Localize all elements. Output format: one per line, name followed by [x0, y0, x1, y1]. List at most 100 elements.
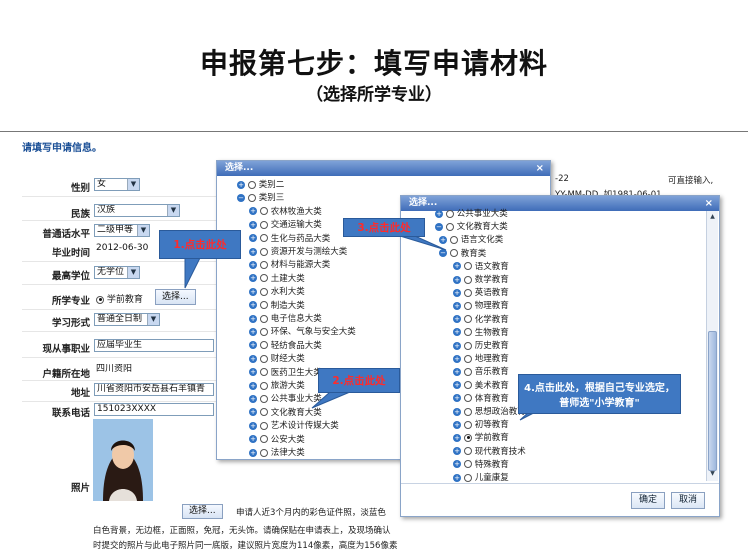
tree-item[interactable]: + 地理教育 [453, 353, 509, 365]
tree-item[interactable]: + 物理教育 [453, 300, 509, 312]
expand-icon[interactable]: + [453, 447, 461, 456]
tree-item[interactable]: + 文化教育大类 [249, 407, 322, 419]
tree-item[interactable]: + 水利大类 [249, 286, 305, 298]
grad-time-input[interactable]: 2012-06-30 [94, 243, 154, 256]
expand-icon[interactable]: + [249, 381, 257, 390]
major-radio-group[interactable]: 学前教育 [96, 292, 143, 305]
tree-item[interactable]: + 音乐教育 [453, 366, 509, 378]
collapse-icon[interactable]: − [439, 249, 447, 258]
expand-icon[interactable]: + [453, 275, 461, 284]
tree-radio[interactable] [464, 473, 472, 482]
tree-radio[interactable] [464, 275, 472, 284]
tree-item[interactable]: − 教育类 [439, 248, 486, 260]
expand-icon[interactable]: + [249, 341, 257, 350]
degree-select[interactable]: 无学位 ▼ [94, 266, 140, 279]
tree-item[interactable]: + 农林牧渔大类 [249, 206, 322, 218]
collapse-icon[interactable]: − [435, 222, 443, 231]
tree-radio[interactable] [260, 260, 268, 269]
tree-item[interactable]: + 制造大类 [249, 300, 305, 312]
tree-item[interactable]: + 思想政治教育 [453, 406, 526, 418]
expand-icon[interactable]: + [453, 381, 461, 390]
tree-item[interactable]: + 历史教育 [453, 340, 509, 352]
major-choose-button[interactable]: 选择... [155, 289, 196, 305]
tree-item[interactable]: + 旅游大类 [249, 380, 305, 392]
tree-radio[interactable] [450, 249, 458, 258]
tree-item[interactable]: + 土建大类 [249, 273, 305, 285]
gender-select[interactable]: 女 ▼ [94, 178, 140, 191]
expand-icon[interactable]: + [453, 288, 461, 297]
tree-item[interactable]: + 化学教育 [453, 314, 509, 326]
tree-item[interactable]: + 英语教育 [453, 287, 509, 299]
tree-radio[interactable] [260, 234, 268, 243]
tree-item[interactable]: + 体育教育 [453, 393, 509, 405]
expand-icon[interactable]: + [453, 433, 461, 442]
tree-radio[interactable] [464, 447, 472, 456]
tree-radio[interactable] [446, 222, 454, 231]
tree-radio[interactable] [464, 407, 472, 416]
tree-item[interactable]: + 特殊教育 [453, 459, 509, 471]
tree-radio[interactable] [464, 315, 472, 324]
tree-item[interactable]: + 轻纺食品大类 [249, 340, 322, 352]
tree-item[interactable]: + 艺术设计传媒大类 [249, 420, 339, 432]
tree-item[interactable]: + 学前教育 [453, 432, 509, 444]
expand-icon[interactable]: + [453, 262, 461, 271]
tree-radio[interactable] [248, 193, 256, 202]
tree-item[interactable]: + 法律大类 [249, 447, 305, 459]
scroll-thumb[interactable] [708, 331, 717, 471]
tree-item[interactable]: + 材料与能源大类 [249, 259, 330, 271]
expand-icon[interactable]: + [453, 473, 461, 482]
cancel-button[interactable]: 取消 [671, 492, 705, 509]
expand-icon[interactable]: + [453, 407, 461, 416]
expand-icon[interactable]: + [249, 301, 257, 310]
expand-icon[interactable]: + [249, 368, 257, 377]
occupation-input[interactable]: 应届毕业生 [94, 339, 214, 352]
tree-item[interactable]: + 初等教育 [453, 419, 509, 431]
ethnicity-select[interactable]: 汉族 ▼ [94, 204, 180, 217]
tree-item[interactable]: + 环保、气象与安全大类 [249, 326, 356, 338]
expand-icon[interactable]: + [249, 220, 257, 229]
tree-item[interactable]: + 语言文化类 [439, 234, 503, 246]
address-input[interactable]: 川省资阳市安岳县石羊镇青 [94, 383, 214, 396]
expand-icon[interactable]: + [453, 354, 461, 363]
tree-item[interactable]: + 公安大类 [249, 434, 305, 446]
major-select-dialog[interactable]: 选择... × + 公共事业大类 − 文化教育大类 + 语言文化类 − 教育类 + 语文… [400, 195, 720, 517]
hukou-input[interactable]: 四川资阳 [94, 364, 214, 377]
expand-icon[interactable]: + [249, 260, 257, 269]
expand-icon[interactable]: + [249, 314, 257, 323]
tree-radio[interactable] [464, 460, 472, 469]
expand-icon[interactable]: + [249, 247, 257, 256]
scrollbar[interactable]: ▲ ▼ [706, 211, 718, 481]
expand-icon[interactable]: + [249, 421, 257, 430]
scroll-up-icon[interactable]: ▲ [708, 212, 717, 221]
tree-item[interactable]: + 数学教育 [453, 274, 509, 286]
expand-icon[interactable]: + [249, 435, 257, 444]
expand-icon[interactable]: + [249, 354, 257, 363]
tree-item[interactable]: + 公共事业大类 [249, 393, 322, 405]
ok-button[interactable]: 确定 [631, 492, 665, 509]
tree-radio[interactable] [260, 274, 268, 283]
expand-icon[interactable]: + [249, 448, 257, 457]
tree-item[interactable]: + 交通运输大类 [249, 219, 322, 231]
tree-radio[interactable] [260, 207, 268, 216]
tree-item[interactable]: − 文化教育大类 [435, 221, 508, 233]
expand-icon[interactable]: + [453, 394, 461, 403]
tree-radio[interactable] [464, 394, 472, 403]
expand-icon[interactable]: + [249, 394, 257, 403]
expand-icon[interactable]: + [439, 235, 447, 244]
study-form-select[interactable]: 普通全日制 ▼ [94, 313, 160, 326]
close-icon[interactable]: × [705, 196, 713, 211]
tree-radio[interactable] [260, 247, 268, 256]
tree-radio[interactable] [260, 421, 268, 430]
tree-item[interactable]: + 语文教育 [453, 261, 509, 273]
tree-item[interactable]: − 类别三 [237, 192, 284, 204]
tree-radio[interactable] [260, 341, 268, 350]
tree-radio[interactable] [260, 354, 268, 363]
tree-radio[interactable] [248, 180, 256, 189]
expand-icon[interactable]: + [249, 274, 257, 283]
tree-radio[interactable] [446, 209, 454, 218]
tree-item[interactable]: + 资源开发与测绘大类 [249, 246, 347, 258]
tree-radio[interactable] [464, 328, 472, 337]
tree-radio[interactable] [450, 235, 458, 244]
major-radio[interactable] [96, 295, 104, 304]
expand-icon[interactable]: + [249, 234, 257, 243]
